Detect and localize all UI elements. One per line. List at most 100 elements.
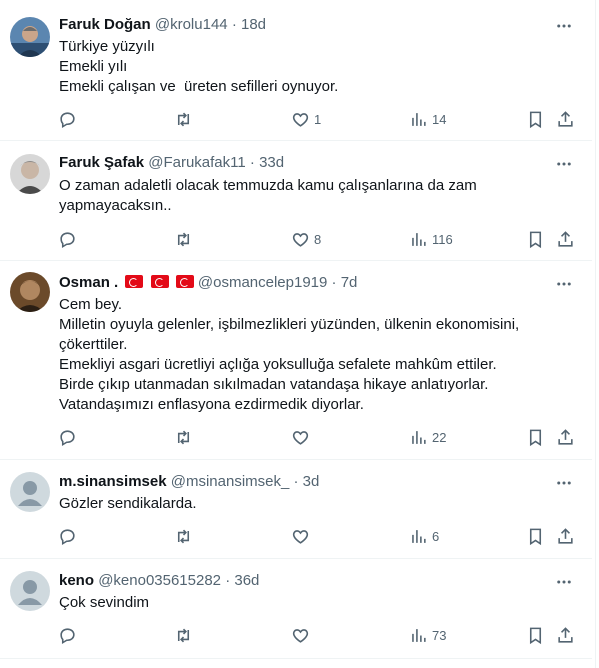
share-button[interactable]: [556, 107, 575, 131]
avatar[interactable]: [10, 17, 50, 57]
retweet-icon: [177, 232, 190, 246]
tweet-line: Vatandaşımızı enflasyona ezdirmedik diyo…: [59, 396, 364, 413]
handle[interactable]: @krolu144: [155, 16, 228, 33]
like-button[interactable]: 1: [291, 107, 321, 131]
share-button[interactable]: [556, 623, 575, 647]
view-count: 73: [432, 627, 447, 643]
views-button[interactable]: 14: [409, 107, 446, 131]
reply-timeline: Faruk Doğan @krolu144 · 18d Türkiye yüzy…: [0, 0, 599, 668]
tweet[interactable]: Faruk Doğan @krolu144 · 18d Türkiye yüzy…: [0, 0, 592, 141]
display-name[interactable]: keno: [59, 572, 94, 589]
retweet-icon: [177, 112, 190, 126]
tweet-text: Cem bey. Milletin oyuyla gelenler, işbil…: [59, 295, 572, 415]
views-button[interactable]: 22: [409, 425, 446, 449]
tweet-line: Emekli yılı: [59, 58, 128, 75]
reply-button[interactable]: [58, 227, 77, 251]
like-count: 8: [314, 231, 322, 247]
like-icon: [292, 232, 309, 247]
more-button[interactable]: [554, 154, 574, 174]
timestamp[interactable]: 18d: [241, 16, 266, 33]
retweet-button[interactable]: [174, 425, 193, 449]
reply-button[interactable]: [58, 107, 77, 131]
view-count: 14: [432, 111, 447, 127]
tweet-text: Gözler sendikalarda.: [59, 494, 572, 514]
bookmark-button[interactable]: [526, 227, 545, 251]
handle[interactable]: @keno035615282: [98, 572, 221, 589]
handle[interactable]: @msinansimsek_: [171, 473, 290, 490]
tweet[interactable]: m.sinansimsek @msinansimsek_ · 3d Gözler…: [0, 460, 592, 559]
separator: ·: [331, 274, 337, 291]
like-button[interactable]: [291, 623, 314, 647]
action-bar: 22: [0, 425, 592, 449]
action-bar: 8 116: [0, 227, 592, 251]
display-name[interactable]: m.sinansimsek: [59, 473, 167, 490]
display-name[interactable]: Faruk Şafak: [59, 154, 144, 171]
more-button[interactable]: [554, 274, 574, 294]
views-button[interactable]: 116: [409, 227, 453, 251]
tweet-line: Emekliyi asgari ücretliyi açlığa yoksull…: [59, 356, 497, 373]
retweet-button[interactable]: [174, 227, 193, 251]
display-name[interactable]: Faruk Doğan: [59, 16, 151, 33]
views-icon: [412, 628, 426, 642]
handle[interactable]: @Farukafak11: [148, 154, 246, 171]
reply-icon: [60, 627, 75, 644]
avatar[interactable]: [10, 272, 50, 312]
retweet-button[interactable]: [174, 623, 193, 647]
tweet[interactable]: Osman . @osmancelep1919 · 7d Cem bey. Mi…: [0, 261, 592, 460]
views-button[interactable]: 6: [409, 524, 439, 548]
share-icon: [558, 527, 573, 544]
tweet[interactable]: Faruk Şafak @Farukafak11 · 33d O zaman a…: [0, 141, 592, 261]
like-icon: [292, 112, 309, 127]
tweet-line: Çok sevindim: [59, 594, 150, 611]
bookmark-button[interactable]: [526, 524, 545, 548]
reply-button[interactable]: [58, 425, 77, 449]
share-icon: [558, 230, 573, 247]
share-icon: [558, 428, 573, 445]
default-avatar[interactable]: [10, 472, 50, 512]
like-icon: [292, 628, 309, 643]
bookmark-button[interactable]: [526, 107, 545, 131]
like-button[interactable]: [291, 524, 314, 548]
retweet-button[interactable]: [174, 107, 193, 131]
tweet-line: Gözler sendikalarda.: [59, 495, 197, 512]
views-button[interactable]: 73: [409, 623, 446, 647]
share-button[interactable]: [556, 227, 575, 251]
turkish-flag-icon: [150, 275, 169, 288]
more-icon: [557, 580, 571, 584]
timestamp[interactable]: 33d: [259, 154, 284, 171]
reply-button[interactable]: [58, 524, 77, 548]
share-button[interactable]: [556, 524, 575, 548]
default-avatar[interactable]: [10, 571, 50, 611]
like-button[interactable]: [291, 425, 314, 449]
like-icon: [292, 430, 309, 445]
tweet-header: keno @keno035615282 · 36d: [59, 571, 572, 591]
more-button[interactable]: [554, 16, 574, 36]
timestamp[interactable]: 7d: [341, 274, 358, 291]
action-bar: 73: [0, 623, 592, 647]
bookmark-button[interactable]: [526, 425, 545, 449]
handle[interactable]: @osmancelep1919: [198, 274, 327, 291]
tweet-line: yapmayacaksın..: [59, 197, 172, 214]
more-button[interactable]: [554, 572, 574, 592]
tweet[interactable]: keno @keno035615282 · 36d Çok sevindim 7…: [0, 559, 592, 659]
share-icon: [558, 110, 573, 127]
share-button[interactable]: [556, 425, 575, 449]
separator: ·: [225, 572, 231, 589]
timestamp[interactable]: 36d: [234, 572, 259, 589]
like-button[interactable]: 8: [291, 227, 321, 251]
tweet-text: Çok sevindim: [59, 593, 572, 613]
more-button[interactable]: [554, 473, 574, 493]
view-count: 22: [432, 429, 447, 445]
avatar[interactable]: [10, 154, 50, 194]
timestamp[interactable]: 3d: [303, 473, 320, 490]
reply-button[interactable]: [58, 623, 77, 647]
tweet-header: Faruk Şafak @Farukafak11 · 33d: [59, 153, 572, 173]
separator: ·: [231, 16, 237, 33]
views-icon: [412, 112, 426, 126]
retweet-button[interactable]: [174, 524, 193, 548]
display-name[interactable]: Osman .: [59, 274, 118, 291]
like-count: 1: [314, 111, 322, 127]
tweet-text: O zaman adaletli olacak temmuzda kamu ça…: [59, 176, 572, 216]
more-icon: [557, 282, 571, 286]
bookmark-button[interactable]: [526, 623, 545, 647]
